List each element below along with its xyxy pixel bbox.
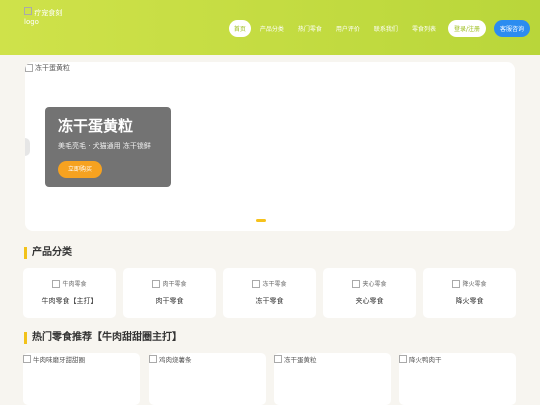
product-image-alt: 鸡肉烧薯条 bbox=[149, 354, 192, 364]
category-alt-text: 冻干零食 bbox=[262, 281, 287, 288]
product-card[interactable]: 冻干蛋黄粒 bbox=[274, 353, 391, 405]
broken-image-icon bbox=[399, 355, 407, 363]
category-card-filled[interactable]: 夹心零食 夹心零食 bbox=[323, 268, 416, 318]
category-card-freeze-dried[interactable]: 冻干零食 冻干零食 bbox=[223, 268, 316, 318]
product-card[interactable]: 鸡肉烧薯条 bbox=[149, 353, 266, 405]
category-alt-text: 夹心零食 bbox=[362, 281, 387, 288]
product-card[interactable]: 降火鸭肉干 bbox=[399, 353, 516, 405]
category-card-cooling[interactable]: 降火零食 降火零食 bbox=[423, 268, 516, 318]
broken-image-icon bbox=[149, 355, 157, 363]
logo-alt-line1: 疗宠食刻 bbox=[34, 9, 63, 17]
category-alt-text: 牛肉零食 bbox=[62, 281, 87, 288]
broken-image-icon bbox=[452, 279, 461, 288]
category-image-alt: 冻干零食 bbox=[223, 279, 316, 288]
nav-hot-snacks[interactable]: 热门零食 bbox=[293, 20, 327, 37]
carousel-indicator[interactable] bbox=[256, 219, 266, 222]
broken-image-icon bbox=[274, 355, 282, 363]
hero-banner[interactable]: 冻干蛋黄粒 冻干蛋黄粒 美毛亮毛 · 犬猫通用 冻干锁鲜 立即购买 bbox=[25, 62, 515, 231]
category-alt-text: 降火零食 bbox=[462, 281, 487, 288]
nav-home[interactable]: 首页 bbox=[228, 20, 251, 37]
product-image-alt: 冻干蛋黄粒 bbox=[274, 354, 317, 364]
banner-title: 冻干蛋黄粒 bbox=[58, 117, 134, 135]
banner-subtitle: 美毛亮毛 · 犬猫通用 冻干锁鲜 bbox=[58, 142, 151, 150]
site-header: 疗宠食刻 logo 首页 产品分类 热门零食 用户评价 联系我们 零食列表 登录… bbox=[0, 0, 540, 55]
broken-image-icon bbox=[24, 7, 32, 15]
category-label: 降火零食 bbox=[455, 297, 484, 305]
product-alt-text: 鸡肉烧薯条 bbox=[159, 356, 192, 364]
product-card[interactable]: 牛肉味磨牙甜甜圈 bbox=[23, 353, 140, 405]
logo[interactable]: 疗宠食刻 logo bbox=[24, 7, 94, 29]
buy-now-button[interactable]: 立即购买 bbox=[58, 161, 102, 178]
hot-snacks-title: 热门零食推荐【牛肉甜甜圈主打】 bbox=[24, 332, 182, 344]
product-alt-text: 冻干蛋黄粒 bbox=[284, 356, 317, 364]
category-image-alt: 降火零食 bbox=[423, 279, 516, 288]
category-card-beef[interactable]: 牛肉零食 牛肉零食【主打】 bbox=[23, 268, 116, 318]
product-image-alt: 牛肉味磨牙甜甜圈 bbox=[23, 354, 85, 364]
product-image-alt: 降火鸭肉干 bbox=[399, 354, 442, 364]
main-nav: 首页 产品分类 热门零食 用户评价 联系我们 零食列表 登录/注册 客服咨询 bbox=[228, 20, 530, 37]
login-button[interactable]: 登录/注册 bbox=[447, 20, 486, 37]
category-label: 牛肉零食【主打】 bbox=[41, 297, 98, 305]
service-button[interactable]: 客服咨询 bbox=[493, 20, 530, 37]
banner-caption: 冻干蛋黄粒 美毛亮毛 · 犬猫通用 冻干锁鲜 立即购买 bbox=[45, 107, 171, 187]
category-image-alt: 夹心零食 bbox=[323, 279, 416, 288]
category-label: 冻干零食 bbox=[255, 297, 284, 305]
broken-image-icon bbox=[52, 279, 61, 288]
nav-contact[interactable]: 联系我们 bbox=[369, 20, 403, 37]
broken-image-icon bbox=[152, 279, 161, 288]
banner-image-alt-text: 冻干蛋黄粒 bbox=[35, 64, 70, 72]
broken-image-icon bbox=[352, 279, 361, 288]
product-alt-text: 降火鸭肉干 bbox=[409, 356, 442, 364]
product-alt-text: 牛肉味磨牙甜甜圈 bbox=[33, 356, 85, 364]
logo-alt-text: 疗宠食刻 bbox=[24, 7, 94, 18]
category-label: 肉干零食 bbox=[155, 297, 184, 305]
broken-image-icon bbox=[23, 355, 31, 363]
nav-snack-list[interactable]: 零食列表 bbox=[407, 20, 441, 37]
logo-alt-line2: logo bbox=[24, 18, 39, 26]
category-label: 夹心零食 bbox=[355, 297, 384, 305]
banner-image-alt: 冻干蛋黄粒 bbox=[25, 63, 70, 73]
carousel-prev-arrow[interactable] bbox=[25, 138, 30, 156]
broken-image-icon bbox=[25, 64, 33, 72]
broken-image-icon bbox=[252, 279, 261, 288]
categories-title: 产品分类 bbox=[24, 247, 72, 259]
category-image-alt: 肉干零食 bbox=[123, 279, 216, 288]
category-image-alt: 牛肉零食 bbox=[23, 279, 116, 288]
nav-categories[interactable]: 产品分类 bbox=[255, 20, 289, 37]
category-card-jerky[interactable]: 肉干零食 肉干零食 bbox=[123, 268, 216, 318]
category-alt-text: 肉干零食 bbox=[162, 281, 187, 288]
nav-reviews[interactable]: 用户评价 bbox=[331, 20, 365, 37]
